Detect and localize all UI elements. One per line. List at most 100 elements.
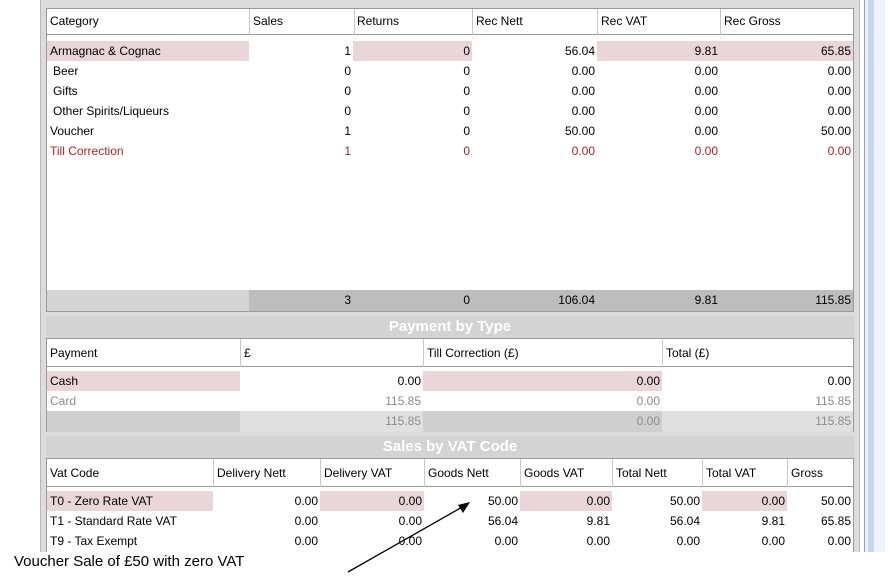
vat-code-cell: T0 - Zero Rate VAT	[50, 494, 153, 508]
amount-cell: 0.00	[240, 371, 423, 391]
total-total: 115.85	[662, 411, 853, 432]
table-row[interactable]: Card 115.85 0.00 115.85	[47, 391, 853, 411]
col-rec-vat[interactable]: Rec VAT	[598, 9, 723, 33]
annotation-text: Voucher Sale of £50 with zero VAT	[14, 553, 245, 570]
table-row[interactable]: Other Spirits/Liqueurs 0 0 0.00 0.00 0.0…	[47, 101, 853, 121]
rec-vat-cell: 0.00	[694, 104, 718, 118]
total-sales: 3	[344, 293, 351, 307]
table-row[interactable]: T9 - Tax Exempt 0.00 0.00 0.00 0.00 0.00…	[47, 531, 853, 551]
col-total-vat[interactable]: Total VAT	[703, 459, 790, 487]
scrollbar[interactable]	[864, 0, 885, 556]
delivery-vat-cell: 0.00	[398, 514, 422, 528]
category-cell: Till Correction	[50, 144, 124, 158]
total-nett-cell: 56.04	[669, 514, 700, 528]
col-delivery-vat[interactable]: Delivery VAT	[321, 459, 427, 487]
scrollbar-track	[868, 0, 874, 556]
goods-nett-cell: 0.00	[494, 534, 518, 548]
table-row[interactable]: Armagnac & Cognac 1 0 56.04 9.81 65.85	[47, 41, 853, 61]
vat-code-cell: T9 - Tax Exempt	[50, 534, 138, 548]
col-sales[interactable]: Sales	[250, 9, 357, 33]
table-row[interactable]: Gifts 0 0 0.00 0.00 0.00	[47, 81, 853, 101]
delivery-vat-cell: 0.00	[398, 534, 422, 548]
delivery-vat-cell: 0.00	[398, 494, 422, 508]
category-cell: Other Spirits/Liqueurs	[53, 104, 170, 118]
rec-gross-cell: 0.00	[827, 64, 851, 78]
category-cell: Gifts	[53, 84, 78, 98]
total-cell: 0.00	[662, 371, 853, 391]
rec-gross-cell: 50.00	[820, 124, 851, 138]
total-rec-nett: 106.04	[558, 293, 595, 307]
rec-nett-cell: 50.00	[564, 124, 595, 138]
rec-vat-cell: 0.00	[694, 144, 718, 158]
gross-cell: 0.00	[827, 534, 851, 548]
returns-cell: 0	[463, 84, 470, 98]
col-payment[interactable]: Payment	[47, 339, 243, 367]
returns-cell: 0	[463, 44, 470, 58]
total-vat-cell: 0.00	[761, 534, 785, 548]
sales-cell: 0	[344, 84, 351, 98]
payment-totals-row: 115.85 0.00 115.85	[47, 411, 853, 432]
col-total-nett[interactable]: Total Nett	[613, 459, 705, 487]
total-cell: 115.85	[815, 394, 851, 408]
table-row[interactable]: T0 - Zero Rate VAT 0.00 0.00 50.00 0.00 …	[47, 491, 853, 511]
rec-vat-cell: 0.00	[694, 64, 718, 78]
total-amount: 115.85	[240, 411, 423, 432]
total-vat-cell: 9.81	[761, 514, 785, 528]
category-table-header: Category Sales Returns Rec Nett Rec VAT …	[47, 9, 853, 35]
sales-cell: 0	[344, 104, 351, 118]
amount-cell: 115.85	[385, 394, 421, 408]
total-rec-gross: 115.85	[815, 293, 851, 307]
payment-table-header: Payment £ Till Correction (£) Total (£)	[47, 339, 853, 367]
goods-nett-cell: 56.04	[487, 514, 518, 528]
rec-gross-cell: 0.00	[827, 144, 851, 158]
category-cell: Voucher	[50, 124, 95, 138]
sales-cell: 1	[344, 144, 351, 158]
delivery-nett-cell: 0.00	[294, 534, 318, 548]
rec-nett-cell: 0.00	[571, 104, 595, 118]
returns-cell: 0	[463, 104, 470, 118]
rec-vat-cell: 9.81	[694, 44, 718, 58]
rec-nett-cell: 0.00	[571, 64, 595, 78]
total-nett-cell: 0.00	[676, 534, 700, 548]
delivery-nett-cell: 0.00	[213, 491, 320, 511]
total-till-correction: 0.00	[636, 414, 660, 428]
gross-cell: 50.00	[787, 491, 853, 511]
till-correction-cell: 0.00	[636, 394, 660, 408]
table-row[interactable]: Till Correction 1 0 0.00 0.00 0.00	[47, 141, 853, 161]
sales-cell: 0	[344, 64, 351, 78]
category-cell: Armagnac & Cognac	[50, 44, 161, 58]
till-correction-cell: 0.00	[636, 374, 660, 388]
total-returns: 0	[463, 293, 470, 307]
returns-cell: 0	[463, 144, 470, 158]
returns-cell: 0	[463, 64, 470, 78]
table-row[interactable]: Cash 0.00 0.00 0.00	[47, 371, 853, 391]
rec-vat-cell: 0.00	[694, 124, 718, 138]
payment-cell: Cash	[50, 374, 79, 388]
col-till-correction[interactable]: Till Correction (£)	[424, 339, 665, 367]
rec-vat-cell: 0.00	[694, 84, 718, 98]
col-rec-gross[interactable]: Rec Gross	[721, 9, 856, 33]
col-category[interactable]: Category	[47, 9, 252, 33]
col-delivery-nett[interactable]: Delivery Nett	[214, 459, 323, 487]
table-row[interactable]: T1 - Standard Rate VAT 0.00 0.00 56.04 9…	[47, 511, 853, 531]
col-rec-nett[interactable]: Rec Nett	[473, 9, 600, 33]
rec-gross-cell: 65.85	[820, 44, 851, 58]
col-amount[interactable]: £	[241, 339, 426, 367]
col-goods-vat[interactable]: Goods VAT	[521, 459, 615, 487]
rec-nett-cell: 0.00	[571, 144, 595, 158]
table-row[interactable]: Beer 0 0 0.00 0.00 0.00	[47, 61, 853, 81]
rec-gross-cell: 0.00	[827, 84, 851, 98]
payment-section-title: Payment by Type	[46, 316, 854, 338]
col-gross[interactable]: Gross	[788, 459, 856, 487]
col-vat-code[interactable]: Vat Code	[47, 459, 216, 487]
col-returns[interactable]: Returns	[354, 9, 475, 33]
gross-cell: 65.85	[820, 514, 851, 528]
category-cell: Beer	[53, 64, 79, 78]
goods-vat-cell: 9.81	[586, 514, 610, 528]
col-goods-nett[interactable]: Goods Nett	[425, 459, 523, 487]
vat-table: Vat Code Delivery Nett Delivery VAT Good…	[46, 458, 854, 556]
table-row[interactable]: Voucher 1 0 50.00 0.00 50.00	[47, 121, 853, 141]
col-total[interactable]: Total (£)	[663, 339, 856, 367]
vat-table-header: Vat Code Delivery Nett Delivery VAT Good…	[47, 459, 853, 487]
total-vat-cell: 0.00	[761, 494, 785, 508]
